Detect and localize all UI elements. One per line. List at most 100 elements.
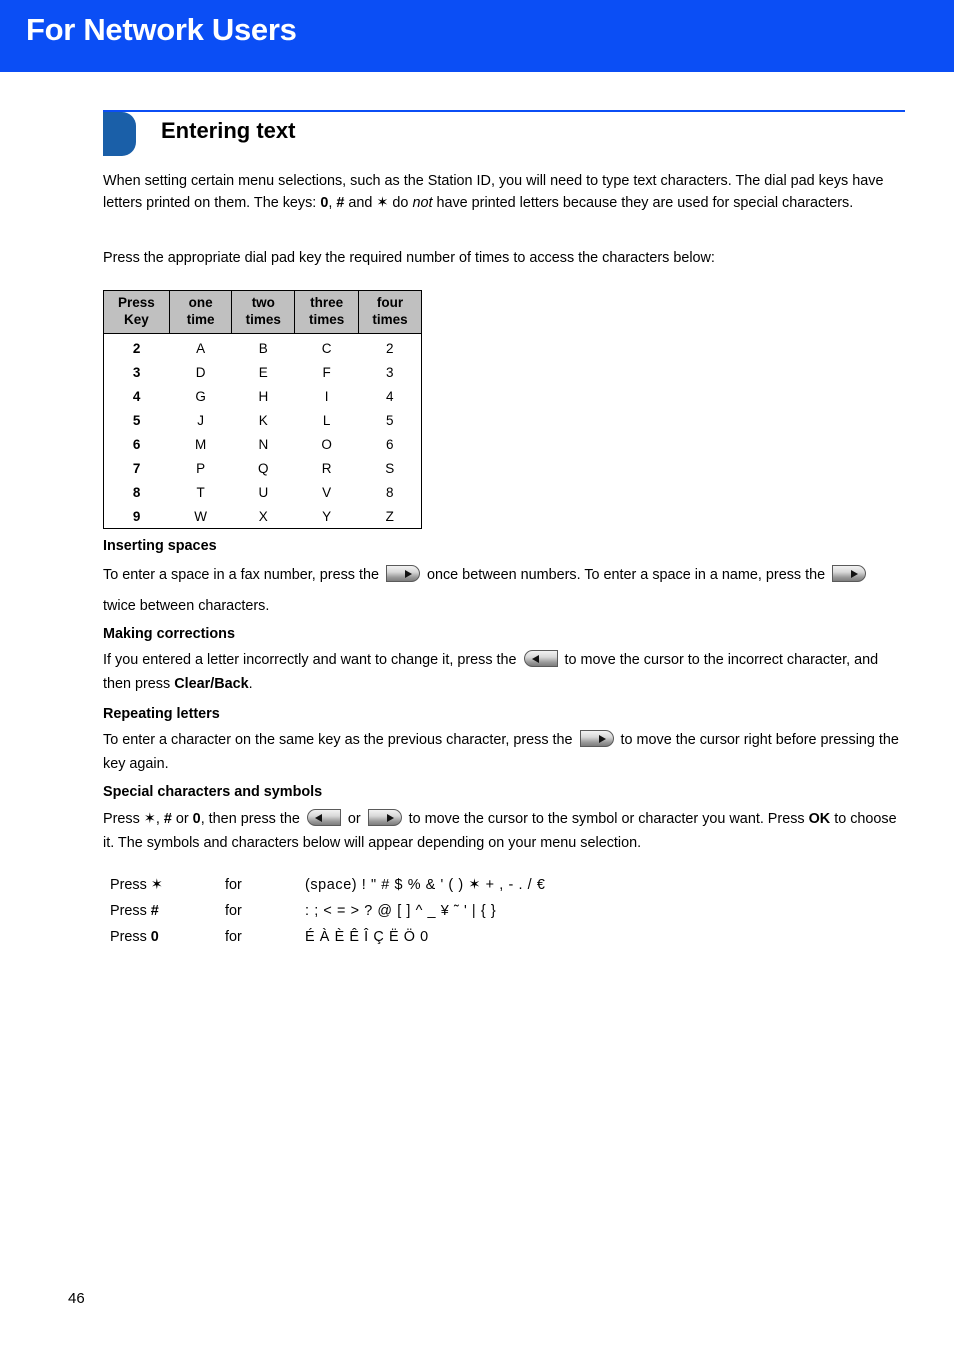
subheading-repeating-letters: Repeating letters — [103, 706, 220, 722]
table-row: 8 T U V 8 — [104, 480, 422, 504]
cell-key: 4 — [132, 388, 141, 404]
intro-key-star: ✶ — [376, 195, 389, 211]
right-arrow-key-icon[interactable] — [832, 565, 867, 582]
table-row: 6 M N O 6 — [104, 432, 422, 456]
cell-key: 9 — [132, 508, 141, 524]
table-header-one-time: one time — [168, 290, 233, 334]
section-divider-rule — [103, 110, 905, 112]
cell-one: D — [195, 364, 206, 380]
special-text-5: or — [343, 811, 365, 827]
special-characters-body: Press ✶, # or 0, then press the or to mo… — [103, 807, 903, 855]
section-heading: Entering text — [103, 110, 905, 156]
press-word: Press — [110, 877, 151, 893]
intro-not-italic: not — [412, 195, 433, 211]
special-row-press-label: Press ✶ — [110, 872, 225, 898]
header-line-2: times — [372, 312, 408, 327]
cell-key: 6 — [132, 436, 141, 452]
left-arrow-key-icon[interactable] — [306, 809, 341, 826]
making-corrections-text-1: If you entered a letter incorrectly and … — [103, 652, 521, 668]
inserting-spaces-text-3: twice between characters. — [103, 598, 270, 614]
table-header-three-times: three times — [294, 290, 360, 334]
right-arrow-key-icon[interactable] — [367, 809, 402, 826]
intro-and: and — [344, 195, 377, 211]
press-word: Press — [110, 903, 151, 919]
ok-key-label: OK — [808, 811, 831, 827]
cell-three: V — [322, 484, 332, 500]
special-row-characters: É À È Ê Î Ç Ë Ö 0 — [305, 929, 429, 945]
cell-three: Y — [322, 508, 332, 524]
cell-one: W — [194, 508, 207, 524]
cell-two: Q — [258, 460, 269, 476]
header-line-2: times — [245, 312, 281, 327]
right-triangle-glyph — [404, 569, 412, 578]
special-character-mapping-list: Press ✶ for (space) ! " # $ % & ' ( ) ✶ … — [110, 872, 545, 950]
special-row-press-label: Press # — [110, 898, 225, 924]
press-key-glyph: ✶ — [150, 877, 163, 893]
subheading-inserting-spaces: Inserting spaces — [103, 538, 217, 554]
cell-three: C — [321, 340, 332, 356]
dial-pad-character-table: Press Key one time two times three times… — [103, 290, 422, 529]
special-row-for-label: for — [225, 929, 242, 945]
right-arrow-key-icon[interactable] — [385, 565, 420, 582]
special-row-characters: (space) ! " # $ % & ' ( ) ✶ + , - . / € — [305, 877, 546, 893]
cell-one: P — [196, 460, 206, 476]
cell-two: K — [258, 412, 268, 428]
intro-text-b: have printed letters because they are us… — [432, 195, 854, 211]
table-row: 5 J K L 5 — [104, 408, 422, 432]
table-row: 9 W X Y Z — [104, 504, 422, 529]
page-banner: For Network Users — [0, 0, 954, 72]
repeating-letters-body: To enter a character on the same key as … — [103, 728, 903, 776]
cell-four: 2 — [386, 340, 394, 356]
table-header-press-key: Press Key — [103, 290, 170, 334]
cell-key: 8 — [132, 484, 141, 500]
cell-three: R — [321, 460, 332, 476]
special-text-1: Press — [103, 811, 144, 827]
making-corrections-body: If you entered a letter incorrectly and … — [103, 648, 903, 696]
section-marker-shape — [103, 112, 136, 156]
left-triangle-glyph — [314, 813, 322, 822]
special-row-press-label: Press 0 — [110, 924, 225, 950]
cell-four: Z — [385, 508, 394, 524]
cell-one: J — [197, 412, 204, 428]
cell-two: U — [258, 484, 269, 500]
clear-back-label: Clear/Back — [174, 676, 249, 692]
cell-one: T — [196, 484, 205, 500]
header-line-1: four — [376, 295, 404, 310]
cell-one: A — [196, 340, 206, 356]
left-arrow-key-icon[interactable] — [523, 650, 558, 667]
header-line-1: three — [310, 295, 344, 310]
cell-four: S — [385, 460, 395, 476]
table-header-four-times: four times — [358, 290, 422, 334]
cell-four: 5 — [386, 412, 394, 428]
cell-one: M — [194, 436, 207, 452]
repeating-letters-text-1: To enter a character on the same key as … — [103, 732, 577, 748]
table-row: 7 P Q R S — [104, 456, 422, 480]
intro-paragraph: When setting certain menu selections, su… — [103, 170, 903, 214]
cell-one: G — [195, 388, 206, 404]
cell-four: 6 — [386, 436, 394, 452]
table-row: 4 G H I 4 — [104, 384, 422, 408]
cell-two: X — [258, 508, 268, 524]
list-item: Press ✶ for (space) ! " # $ % & ' ( ) ✶ … — [110, 872, 545, 898]
special-text-3: or — [171, 811, 193, 827]
special-hash-key: # — [163, 811, 172, 827]
header-line-2: times — [309, 312, 345, 327]
table-row: 3 D E F 3 — [104, 360, 422, 384]
banner-title: For Network Users — [26, 12, 297, 47]
special-text-2: , — [155, 811, 164, 827]
cell-three: F — [322, 364, 331, 380]
header-line-1: Press — [118, 295, 155, 310]
cell-two: N — [258, 436, 269, 452]
cell-two: B — [258, 340, 268, 356]
inserting-spaces-body: To enter a space in a fax number, press … — [103, 560, 903, 622]
cell-key: 3 — [132, 364, 141, 380]
list-item: Press # for : ; < = > ? @ [ ] ^ _ ¥ ˜ ' … — [110, 898, 545, 924]
right-triangle-glyph — [598, 734, 606, 743]
cell-three: I — [324, 388, 329, 404]
special-star-key: ✶ — [143, 811, 156, 827]
cell-two: H — [258, 388, 269, 404]
making-corrections-text-3: . — [248, 676, 253, 692]
right-arrow-key-icon[interactable] — [579, 730, 614, 747]
cell-four: 4 — [386, 388, 394, 404]
cell-four: 3 — [386, 364, 394, 380]
